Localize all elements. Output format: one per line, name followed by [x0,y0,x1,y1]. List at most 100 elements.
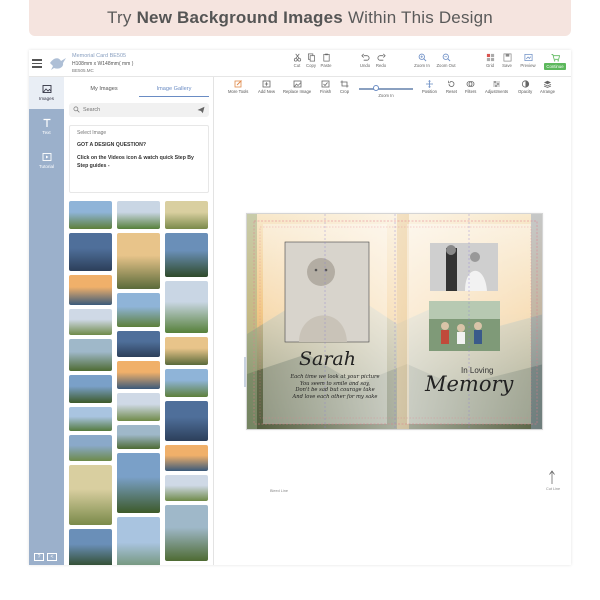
arrange-button[interactable]: Arrange [540,80,555,94]
gallery-thumbnail[interactable] [117,453,160,513]
menu-icon[interactable] [32,59,42,68]
redo-label: Redo [375,63,387,68]
gallery-thumbnail[interactable] [165,475,208,501]
workspace: More Tools Add New Replace Image Finish … [214,77,571,565]
zoom-out-icon [442,53,450,62]
image-toolbar: More Tools Add New Replace Image Finish … [214,77,571,99]
save-button[interactable]: Save [497,53,517,68]
redo-icon [377,53,386,61]
filters-button[interactable]: Filters [465,80,476,94]
zoom-out-button[interactable]: Zoom Out [436,53,456,68]
paste-button[interactable]: Paste [316,53,336,68]
add-new-button[interactable]: Add New [258,80,275,94]
gallery-thumbnail[interactable] [69,309,112,335]
help-button[interactable]: ? [34,553,44,561]
gallery-thumbnail[interactable] [69,233,112,271]
rail-text-label: Text [42,130,51,135]
gallery-thumbnail[interactable] [69,407,112,431]
finish-icon [321,80,330,88]
card-name[interactable]: Sarah [299,348,356,370]
cut-line-caption: Cut Line [546,487,561,491]
image-gallery [69,201,209,565]
reset-label: Reset [446,89,457,94]
gallery-thumbnail[interactable] [69,465,112,525]
help-info-box: Select Image GOT A DESIGN QUESTION? Clic… [69,125,209,193]
poem-line: Don't be sad but courage take [295,387,375,393]
preview-button[interactable]: Preview [518,53,538,68]
rail-item-text[interactable]: Text [29,111,64,143]
opacity-label: Opacity [518,89,533,94]
save-label: Save [502,63,512,68]
gallery-thumbnail[interactable] [165,369,208,397]
gallery-thumbnail[interactable] [165,505,208,561]
save-icon [503,53,511,62]
send-icon[interactable] [197,106,205,114]
zoom-in-icon [418,53,426,62]
poem-line: And love each other for my sake [292,393,378,400]
gallery-thumbnail[interactable] [117,201,160,229]
gallery-thumbnail[interactable] [69,339,112,371]
undo-icon [360,53,369,61]
tab-image-gallery[interactable]: Image Gallery [139,85,209,97]
gallery-thumbnail[interactable] [69,201,112,229]
zoom-in-button[interactable]: Zoom In [412,53,432,68]
gallery-thumbnail[interactable] [117,425,160,449]
rail-item-images[interactable]: Images [29,77,64,109]
search-box [69,103,209,117]
document-title: Memorial Card BE505 [72,53,127,59]
sliders-icon [493,81,501,87]
replace-image-button[interactable]: Replace Image [283,80,311,94]
gallery-thumbnail[interactable] [165,337,208,365]
video-hint[interactable]: Click on the Videos icon & watch quick S… [77,154,201,170]
opacity-icon [521,80,529,88]
card-poem[interactable]: Each time we look at your picture You se… [285,374,385,400]
preview-label: Preview [520,63,536,68]
rail-item-tutorial[interactable]: Tutorial [29,145,64,177]
gallery-thumbnail[interactable] [165,401,208,441]
rail-bottom-controls: ? < [34,553,57,561]
redo-button[interactable]: Redo [371,53,391,68]
tab-my-images[interactable]: My Images [69,85,139,97]
zoom-slider-label: Zoom In [378,93,394,98]
gallery-thumbnail[interactable] [117,393,160,421]
gallery-thumbnail[interactable] [117,293,160,327]
copy-icon [307,53,315,62]
gallery-thumbnail[interactable] [165,445,208,471]
gallery-thumbnail[interactable] [69,275,112,305]
design-question: GOT A DESIGN QUESTION? [77,142,147,148]
crop-button[interactable]: Crop [340,80,349,94]
gallery-thumbnail[interactable] [69,435,112,461]
gallery-thumbnail[interactable] [117,517,160,565]
finish-button[interactable]: Finish [320,80,331,94]
gallery-thumbnail[interactable] [117,233,160,289]
gallery-thumbnail[interactable] [117,331,160,357]
reset-button[interactable]: Reset [446,80,457,94]
position-label: Position [422,89,437,94]
adjustments-button[interactable]: Adjustments [485,80,508,94]
gallery-thumbnail[interactable] [165,201,208,229]
continue-button[interactable]: Continue [542,53,568,70]
left-rail: Images Text Tutorial ? < [29,77,64,565]
gallery-thumbnail[interactable] [69,529,112,565]
zoom-slider[interactable]: Zoom In [359,84,413,98]
gallery-thumbnail[interactable] [165,233,208,277]
grid-label: Grid [485,63,495,68]
gallery-thumbnail[interactable] [69,375,112,403]
rail-images-label: Images [38,96,55,101]
gallery-thumbnail[interactable] [165,281,208,333]
position-button[interactable]: Position [422,80,437,94]
zoom-handle[interactable] [373,85,380,91]
memorial-card[interactable]: Sarah Each time we look at your picture … [246,213,543,430]
add-new-label: Add New [258,89,275,94]
move-icon [425,80,433,88]
document-code: BE505.MC [72,68,94,73]
collapse-button[interactable]: < [47,553,57,561]
text-icon [43,118,50,127]
memory-text[interactable]: Memory [425,372,513,396]
reset-icon [448,80,455,87]
gallery-thumbnail[interactable] [117,361,160,389]
more-tools-button[interactable]: More Tools [228,80,248,94]
panel-resize-handle[interactable] [244,357,246,387]
search-input[interactable] [83,105,193,115]
opacity-button[interactable]: Opacity [518,80,532,94]
